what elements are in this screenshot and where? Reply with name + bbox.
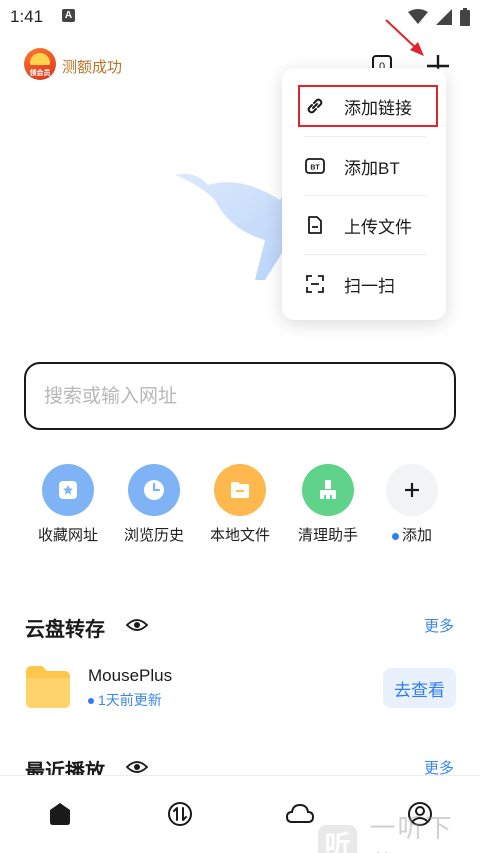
broom-icon	[302, 464, 354, 516]
cloud-item-subtitle-text: 1天前更新	[98, 692, 162, 708]
menu-divider	[304, 254, 426, 255]
transfer-icon[interactable]	[164, 798, 196, 830]
annotation-highlight-box	[298, 85, 438, 127]
cloud-icon[interactable]	[284, 798, 316, 830]
menu-item-label: 扫一扫	[344, 276, 395, 296]
upload-file-icon	[304, 214, 326, 236]
shortcut-label: 本地文件	[209, 527, 270, 544]
new-dot-icon	[391, 532, 399, 540]
folder-icon	[214, 464, 266, 516]
menu-item-label: 添加BT	[344, 158, 400, 178]
annotation-arrow-icon	[385, 19, 424, 56]
menu-item-label: 上传文件	[344, 217, 412, 237]
shortcut-label: 清理助手	[297, 527, 358, 544]
shortcut-label: 浏览历史	[123, 527, 184, 544]
signal-icon	[436, 9, 452, 25]
cloud-item-title[interactable]: MousePlus	[88, 666, 172, 686]
folder-icon	[26, 666, 70, 708]
cloud-more-link[interactable]: 更多	[424, 615, 454, 636]
menu-divider	[304, 195, 426, 196]
shortcut-add-label: 添加	[401, 527, 432, 544]
shortcut-label: 收藏网址	[37, 527, 98, 544]
menu-divider	[304, 136, 426, 137]
status-time: 1:41	[10, 7, 44, 26]
shortcut-bookmarks[interactable]: 收藏网址	[28, 464, 108, 554]
bt-icon-text: BT	[310, 165, 320, 172]
member-status-text[interactable]: 测额成功	[62, 56, 122, 77]
watermark-logo: 听	[318, 825, 358, 853]
cloud-section-title: 云盘转存	[25, 619, 105, 641]
scan-icon	[304, 273, 326, 295]
menu-item-scan[interactable]: 扫一扫	[304, 264, 426, 304]
cloud-item-subtitle: 1天前更新	[88, 690, 162, 710]
member-badge-label: 领会员	[29, 70, 51, 77]
shortcut-cleaner[interactable]: 清理助手	[288, 464, 368, 554]
bt-icon: BT	[304, 155, 326, 177]
menu-item-upload-file[interactable]: 上传文件	[304, 205, 426, 245]
plus-icon	[386, 464, 438, 516]
eye-icon[interactable]	[126, 617, 148, 633]
shortcut-add[interactable]: 添加	[372, 464, 452, 554]
clock-icon	[128, 464, 180, 516]
watermark-text: 一听下载	[369, 813, 454, 853]
watermark: 听 一听下载	[318, 808, 480, 853]
shortcut-local-files[interactable]: 本地文件	[200, 464, 280, 554]
bookmark-icon	[42, 464, 94, 516]
home-icon[interactable]	[44, 798, 76, 830]
view-button[interactable]: 去查看	[383, 668, 456, 708]
battery-icon	[460, 8, 470, 26]
update-dot-icon	[88, 698, 94, 705]
shortcut-history[interactable]: 浏览历史	[114, 464, 194, 554]
member-badge-icon[interactable]: 领会员	[24, 48, 56, 80]
notification-icon: A	[62, 9, 75, 22]
search-box[interactable]	[24, 362, 456, 430]
search-input[interactable]	[44, 386, 434, 408]
menu-item-add-bt[interactable]: BT 添加BT	[304, 146, 426, 186]
eye-icon[interactable]	[126, 759, 148, 775]
shortcut-label: 添加	[372, 524, 452, 545]
